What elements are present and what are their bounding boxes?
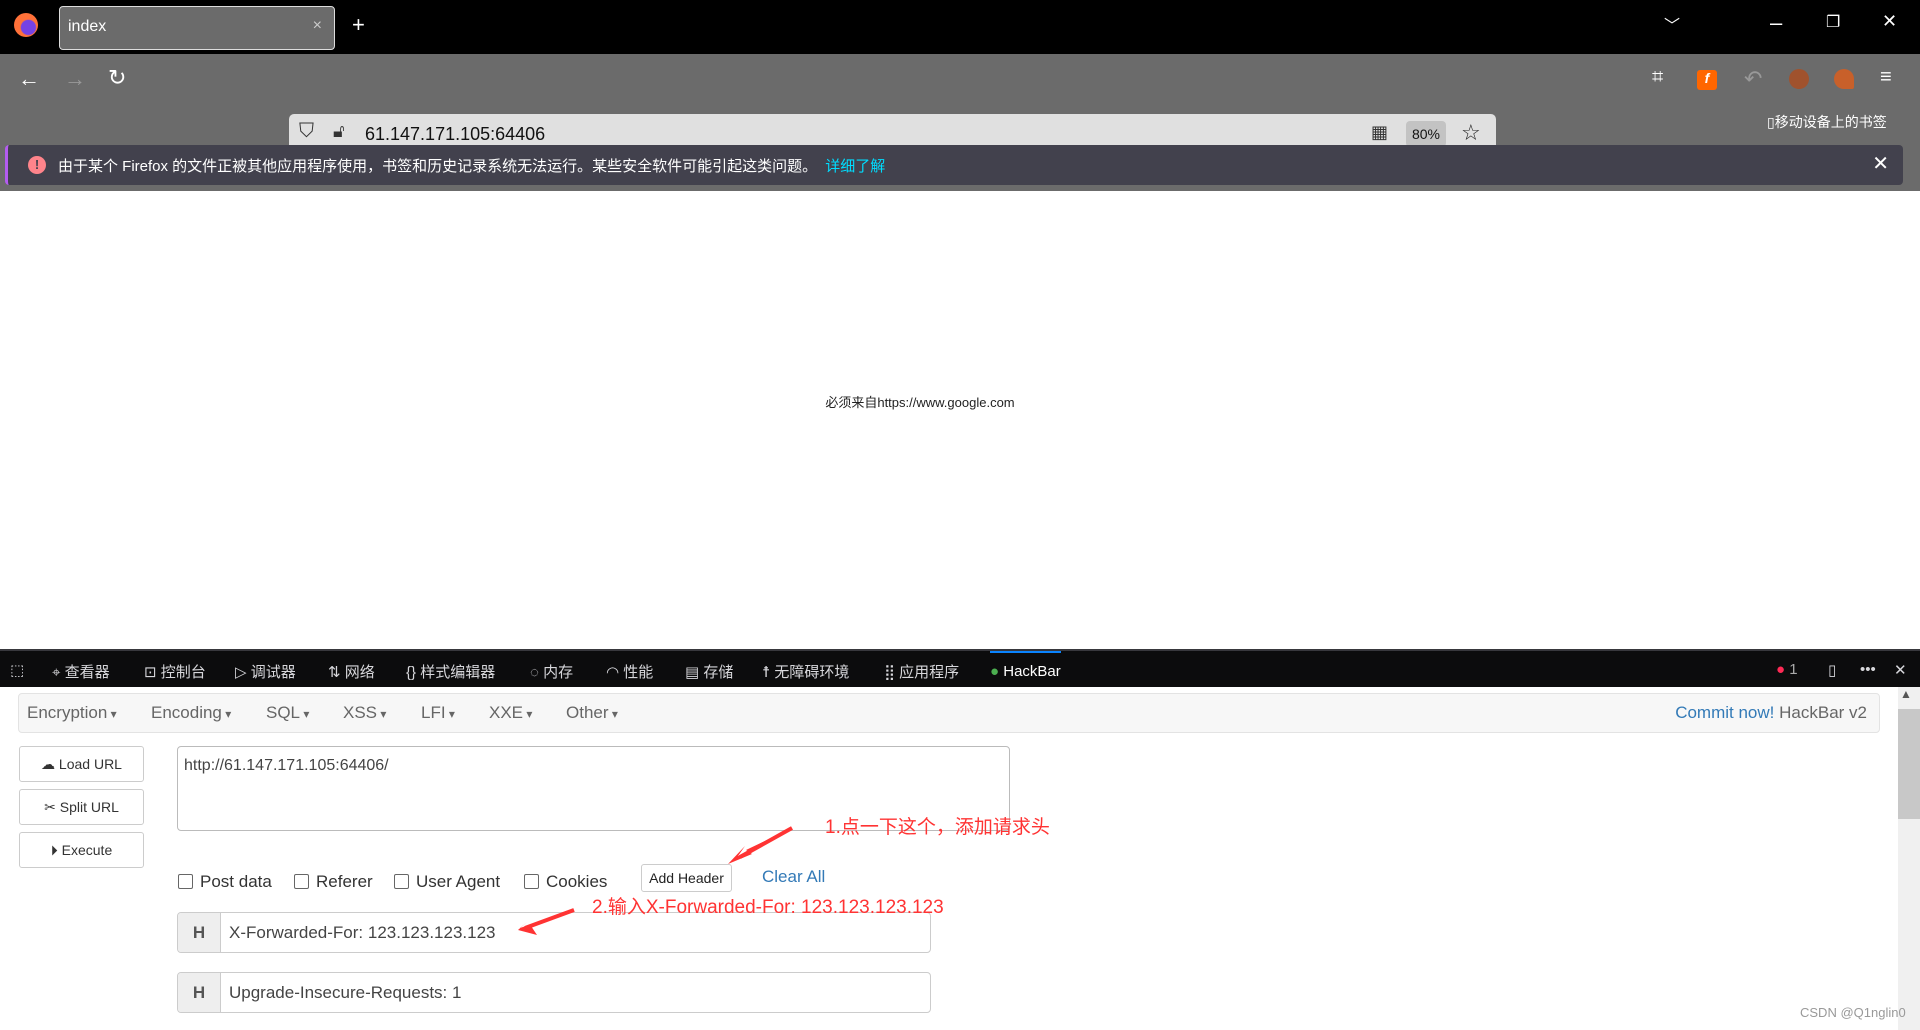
- menu-encoding[interactable]: Encoding: [151, 703, 231, 723]
- annotation-step2: 2.输入X-Forwarded-For: 123.123.123.123: [592, 897, 944, 918]
- load-url-button[interactable]: ☁ Load URL: [19, 746, 144, 782]
- header-value: Upgrade-Insecure-Requests: 1: [229, 983, 462, 1002]
- insecure-lock-icon[interactable]: 🔓︎: [333, 121, 345, 142]
- url-text[interactable]: 61.147.171.105:64406: [365, 124, 545, 145]
- new-tab-button[interactable]: +: [352, 12, 365, 38]
- phone-icon: ▯: [1767, 114, 1775, 130]
- user-agent-checkbox[interactable]: User Agent: [394, 872, 500, 892]
- hackbar-menu: Encryption Encoding SQL XSS LFI XXE Othe…: [18, 693, 1880, 733]
- restore-icon[interactable]: ❐: [1826, 12, 1840, 32]
- annotation-step1: 1.点一下这个，添加请求头: [825, 817, 1050, 838]
- qr-code-icon[interactable]: ▦: [1371, 122, 1388, 143]
- hackbar-version: HackBar v2: [1779, 703, 1867, 722]
- back-icon[interactable]: ←: [18, 66, 40, 92]
- tab-memory[interactable]: ◌ 内存: [530, 661, 573, 682]
- minimize-icon[interactable]: –: [1770, 10, 1782, 36]
- scroll-thumb: [1898, 709, 1920, 819]
- page-message: 必须来自https://www.google.com: [825, 395, 1015, 410]
- warning-icon: !: [28, 156, 46, 174]
- cookie-extension-icon[interactable]: [1789, 69, 1809, 89]
- execute-button[interactable]: ⏵ Execute: [19, 832, 144, 868]
- tab-network[interactable]: ⇅ 网络: [328, 661, 375, 682]
- tab-index[interactable]: index ×: [59, 6, 335, 50]
- hackbar-commit[interactable]: Commit now! HackBar v2: [1675, 703, 1867, 723]
- devtools-toolbar: ⬚ ⌖ 查看器 ⊡ 控制台 ▷ 调试器 ⇅ 网络 {} 样式编辑器 ◌ 内存 ◠…: [0, 649, 1920, 687]
- menu-encryption[interactable]: Encryption: [27, 703, 117, 723]
- menu-xxe[interactable]: XXE: [489, 703, 532, 723]
- element-picker-icon[interactable]: ⬚: [10, 661, 24, 679]
- undo-icon[interactable]: ↶: [1744, 66, 1762, 92]
- tab-close-icon[interactable]: ×: [313, 17, 322, 35]
- hackbar-panel: Encryption Encoding SQL XSS LFI XXE Othe…: [0, 687, 1898, 1030]
- tab-style-editor[interactable]: {} 样式编辑器: [406, 661, 495, 682]
- menu-other[interactable]: Other: [566, 703, 618, 723]
- screenshot-crop-icon[interactable]: ⌗: [1652, 66, 1663, 89]
- notification-text: 由于某个 Firefox 的文件正被其他应用程序使用，书签和历史记录系统无法运行…: [58, 158, 818, 175]
- header-value: X-Forwarded-For: 123.123.123.123: [229, 923, 496, 942]
- header-row[interactable]: H Upgrade-Insecure-Requests: 1: [177, 972, 931, 1013]
- tab-bar: index × + ﹀ – ❐ ✕: [0, 0, 1920, 54]
- tab-hackbar[interactable]: ● HackBar: [990, 651, 1061, 687]
- devtools-close-icon[interactable]: ✕: [1894, 661, 1907, 679]
- split-url-button[interactable]: ✂ Split URL: [19, 789, 144, 825]
- extension-brush-icon[interactable]: [1834, 69, 1854, 89]
- post-data-checkbox[interactable]: Post data: [178, 872, 272, 892]
- notification-bar: ! 由于某个 Firefox 的文件正被其他应用程序使用，书签和历史记录系统无法…: [5, 145, 1903, 185]
- learn-more-link[interactable]: 详细了解: [825, 158, 885, 175]
- zoom-level[interactable]: 80%: [1406, 121, 1446, 147]
- play-circle-icon: ⏵: [50, 842, 58, 858]
- tab-debugger[interactable]: ▷ 调试器: [235, 661, 296, 682]
- tab-title: index: [68, 18, 107, 35]
- commit-link: Commit now!: [1675, 703, 1775, 722]
- menu-sql[interactable]: SQL: [266, 703, 309, 723]
- forward-icon[interactable]: →: [64, 66, 86, 92]
- tab-accessibility[interactable]: ☨ 无障碍环境: [762, 661, 849, 682]
- notification-close-icon[interactable]: ✕: [1872, 151, 1889, 176]
- header-label: H: [178, 973, 221, 1012]
- mobile-bookmarks[interactable]: ▯移动设备上的书签: [1767, 112, 1887, 132]
- hackbar-icon: ●: [990, 663, 1000, 680]
- tab-inspector[interactable]: ⌖ 查看器: [52, 661, 110, 682]
- firefox-logo-icon: [14, 13, 38, 37]
- menu-lfi[interactable]: LFI: [421, 703, 455, 723]
- watermark: CSDN @Q1nglin0: [1800, 1005, 1906, 1020]
- shield-icon[interactable]: ⛉: [299, 120, 314, 143]
- cloud-download-icon: ☁: [41, 756, 56, 772]
- tab-console[interactable]: ⊡ 控制台: [144, 661, 206, 682]
- more-options-icon[interactable]: •••: [1860, 661, 1876, 678]
- scroll-up-icon: ▲: [1900, 687, 1912, 701]
- responsive-mode-icon[interactable]: ▯: [1828, 661, 1836, 679]
- mobile-bookmarks-label: 移动设备上的书签: [1774, 114, 1887, 130]
- tab-list-chevron-icon[interactable]: ﹀: [1664, 12, 1680, 36]
- scissors-icon: ✂: [44, 799, 56, 815]
- reload-icon[interactable]: ↻: [108, 65, 126, 91]
- window-close-icon[interactable]: ✕: [1882, 11, 1897, 32]
- error-icon[interactable]: ● 1: [1776, 661, 1798, 678]
- cookies-checkbox[interactable]: Cookies: [524, 872, 607, 892]
- tab-performance[interactable]: ◠ 性能: [606, 661, 653, 682]
- clear-all-link[interactable]: Clear All: [762, 867, 825, 887]
- menu-hamburger-icon[interactable]: ≡: [1880, 66, 1892, 89]
- menu-xss[interactable]: XSS: [343, 703, 386, 723]
- header-label: H: [178, 913, 221, 952]
- bookmark-star-icon[interactable]: ☆: [1461, 120, 1481, 146]
- scrollbar[interactable]: ▲: [1898, 687, 1920, 1030]
- tab-storage[interactable]: ▤ 存储: [685, 661, 733, 682]
- tab-application[interactable]: ⣿ 应用程序: [884, 661, 959, 682]
- flash-extension-icon[interactable]: f: [1697, 70, 1717, 90]
- referer-checkbox[interactable]: Referer: [294, 872, 373, 892]
- add-header-button[interactable]: Add Header: [641, 864, 732, 892]
